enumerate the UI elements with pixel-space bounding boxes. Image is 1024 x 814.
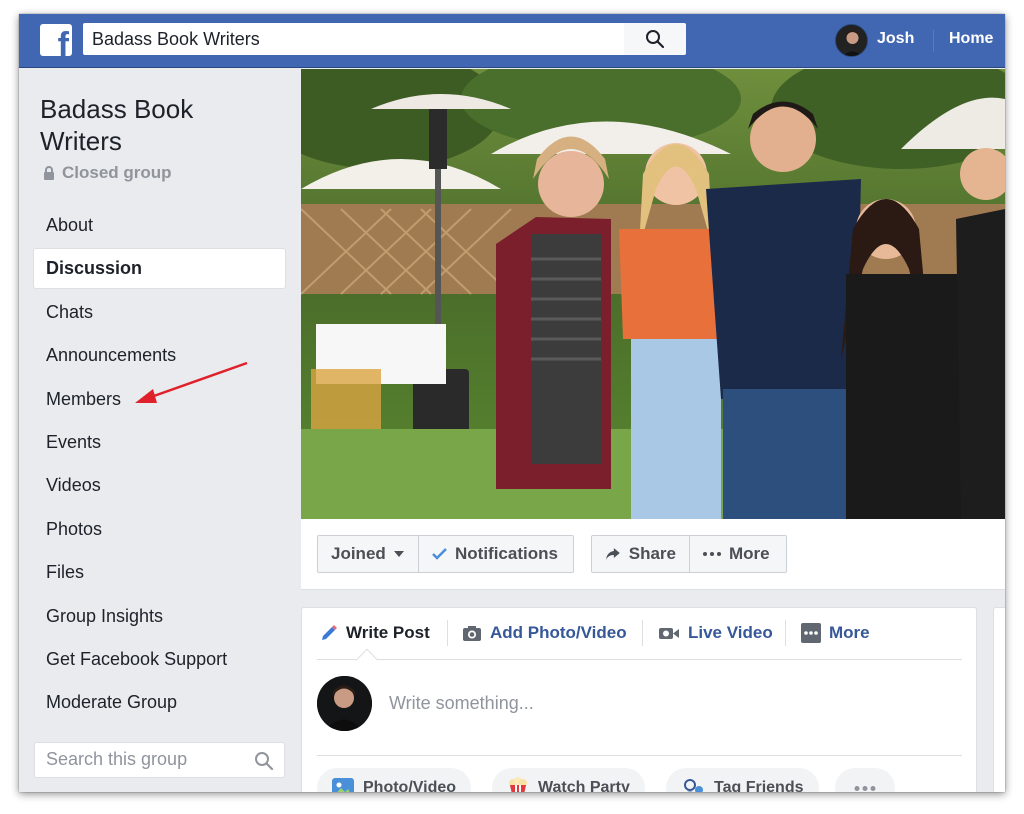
joined-button[interactable]: Joined [317, 535, 419, 573]
tab-live-video[interactable]: Live Video [658, 623, 773, 643]
sidebar-item-events[interactable]: Events [34, 423, 285, 462]
tab-write-post-label: Write Post [346, 623, 430, 642]
watch-party-pill-label: Watch Party [538, 779, 630, 792]
photo-video-pill-label: Photo/Video [363, 779, 457, 792]
tab-write-post[interactable]: Write Post [320, 623, 430, 643]
composer-avatar-image [317, 676, 372, 731]
sidebar-item-get-facebook-support[interactable]: Get Facebook Support [34, 640, 285, 679]
facebook-logo-icon[interactable]: f [40, 24, 72, 56]
pencil-icon [322, 625, 337, 640]
browser-window: f Badass Book Writers Josh Home Badass B… [19, 14, 1005, 792]
checkmark-icon [432, 548, 447, 560]
composer-divider [317, 755, 962, 756]
more-dots-icon [703, 552, 721, 556]
home-link[interactable]: Home [949, 30, 993, 48]
tab-divider [785, 620, 786, 646]
right-column-card [993, 607, 1005, 792]
composer-tabs: Write Post Add Photo/Video Live Video Mo… [317, 608, 962, 660]
group-search-placeholder: Search this group [46, 749, 188, 769]
privacy-label: Closed group [62, 163, 172, 182]
post-composer: Write Post Add Photo/Video Live Video Mo… [301, 607, 977, 792]
more-options-pill-button[interactable] [835, 768, 895, 792]
photo-icon [332, 778, 354, 792]
share-arrow-icon [605, 548, 620, 560]
group-privacy-status: Closed group [43, 163, 172, 183]
sidebar-item-chats[interactable]: Chats [34, 293, 285, 332]
tag-friends-icon [684, 779, 703, 792]
notifications-label: Notifications [455, 544, 558, 563]
lock-icon [44, 166, 54, 180]
cover-photo-image [301, 69, 1005, 519]
tag-friends-pill-label: Tag Friends [714, 779, 804, 792]
tab-add-photo-video[interactable]: Add Photo/Video [462, 623, 627, 643]
sidebar-item-files[interactable]: Files [34, 553, 285, 592]
group-search-input[interactable]: Search this group [34, 742, 285, 778]
tab-add-photo-video-label: Add Photo/Video [490, 623, 627, 642]
user-name-link[interactable]: Josh [877, 30, 914, 48]
user-avatar[interactable] [835, 24, 868, 57]
watch-party-pill-button[interactable]: Watch Party [492, 768, 645, 792]
popcorn-icon [509, 777, 527, 792]
more-button[interactable]: More [689, 535, 787, 573]
more-dots-icon [854, 785, 876, 791]
video-camera-icon [659, 627, 679, 639]
camera-icon [463, 625, 481, 641]
group-title-line2: Writers [40, 126, 122, 156]
tab-live-video-label: Live Video [688, 623, 773, 642]
sidebar-item-moderate-group[interactable]: Moderate Group [34, 683, 285, 722]
tab-divider [642, 620, 643, 646]
notifications-button[interactable]: Notifications [418, 535, 574, 573]
group-sidebar: Badass Book Writers Closed group About D… [19, 69, 299, 792]
more-label: More [729, 544, 770, 563]
annotation-arrow-icon [135, 361, 248, 403]
share-button[interactable]: Share [591, 535, 690, 573]
group-action-bar: Joined Notifications Share More [301, 519, 1005, 590]
sidebar-item-videos[interactable]: Videos [34, 466, 285, 505]
tab-more[interactable]: More [801, 623, 870, 643]
search-icon [646, 30, 665, 49]
sidebar-item-about[interactable]: About [34, 206, 285, 245]
sidebar-item-group-insights[interactable]: Group Insights [34, 597, 285, 636]
photo-video-pill-button[interactable]: Photo/Video [317, 768, 472, 792]
share-label: Share [628, 544, 676, 563]
tab-divider [447, 620, 448, 646]
topbar-divider [933, 30, 934, 52]
tab-more-label: More [829, 623, 870, 642]
group-nav: About Discussion Chats Announcements Mem… [34, 206, 285, 727]
sidebar-item-photos[interactable]: Photos [34, 510, 285, 549]
search-icon [255, 752, 274, 771]
group-title-line1: Badass Book [40, 94, 194, 124]
more-box-icon [801, 623, 821, 643]
caret-down-icon [393, 551, 404, 557]
joined-label: Joined [331, 544, 386, 563]
global-search-input[interactable]: Badass Book Writers [83, 23, 624, 55]
composer-input[interactable]: Write something... [389, 693, 534, 714]
composer-avatar [317, 676, 372, 731]
tag-friends-pill-button[interactable]: Tag Friends [666, 768, 819, 792]
group-title[interactable]: Badass Book Writers [40, 93, 240, 157]
search-button[interactable] [624, 23, 686, 55]
top-navigation-bar: f Badass Book Writers Josh Home [19, 14, 1005, 68]
sidebar-item-discussion[interactable]: Discussion [34, 249, 285, 289]
user-avatar-image [836, 25, 867, 56]
group-cover-photo[interactable] [301, 69, 1005, 519]
